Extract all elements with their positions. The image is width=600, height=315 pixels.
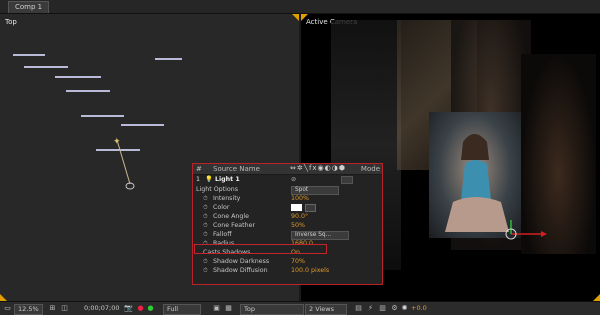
layer-line[interactable]: [13, 54, 45, 56]
shadow-diffusion-value[interactable]: 100.0 pixels: [291, 266, 329, 275]
fast-previews-icon[interactable]: ⚡: [366, 304, 375, 313]
layer-row[interactable]: 1 💡 Light 1 ⊘: [193, 175, 382, 184]
layer-line[interactable]: [121, 124, 164, 126]
prop-row-shadow-darkness[interactable]: ⏱ Shadow Darkness 70%: [193, 257, 382, 266]
3d-view-dropdown[interactable]: Top: [240, 304, 304, 315]
intensity-value[interactable]: 100%: [291, 194, 309, 203]
stopwatch-icon[interactable]: ⏱: [203, 194, 210, 203]
exposure-value[interactable]: +0.0: [411, 304, 427, 313]
comp-flowchart-icon[interactable]: ⚙: [390, 304, 399, 313]
color-swatch[interactable]: [291, 204, 302, 211]
current-time-display[interactable]: 0;00;07;00: [84, 304, 120, 313]
light-gizmo[interactable]: ✦: [100, 134, 160, 214]
prop-label-cone-angle: Cone Angle: [213, 213, 250, 220]
timeline-icon[interactable]: ▥: [378, 304, 387, 313]
layer-line[interactable]: [155, 58, 182, 60]
layer-properties-panel: # Source Name ⇔✲╲fx◉◐◑⬢ Mode 1 💡 Light 1…: [192, 163, 383, 285]
prop-row-cone-feather[interactable]: ⏱ Cone Feather 50%: [193, 221, 382, 230]
viewport-corner-marker: [593, 294, 600, 301]
stopwatch-icon[interactable]: ⏱: [203, 203, 210, 212]
view-layout-dropdown[interactable]: 2 Views: [305, 304, 347, 315]
switches-icons: ⇔✲╲fx◉◐◑⬢: [290, 164, 346, 172]
source-name-column-header: Source Name: [213, 165, 260, 173]
prop-label-shadow-diffusion: Shadow Diffusion: [213, 267, 268, 274]
viewport-corner-marker: [292, 14, 299, 21]
cone-feather-value[interactable]: 50%: [291, 221, 305, 230]
resolution-dropdown[interactable]: Full: [163, 304, 201, 315]
mode-column-header: Mode: [360, 165, 380, 173]
layer-line[interactable]: [55, 76, 101, 78]
layer-name: Light 1: [215, 176, 240, 183]
panel-header: # Source Name ⇔✲╲fx◉◐◑⬢ Mode: [193, 164, 382, 175]
viewport-corner-marker: [301, 14, 308, 21]
mask-visibility-icon[interactable]: ◫: [60, 304, 69, 313]
grid-guides-icon[interactable]: ⊞: [48, 304, 57, 313]
stopwatch-icon[interactable]: ⏱: [203, 221, 210, 230]
snapshot-icon[interactable]: 📷: [124, 304, 133, 313]
viewport-corner-marker: [0, 294, 7, 301]
svg-text:✦: ✦: [113, 137, 121, 147]
layer-line[interactable]: [66, 90, 110, 92]
show-channel-icon[interactable]: ●: [136, 304, 145, 313]
reset-exposure-icon[interactable]: ✺: [400, 304, 409, 313]
stopwatch-icon[interactable]: ⏱: [203, 230, 210, 239]
cone-angle-value[interactable]: 90.0°: [291, 212, 308, 221]
prop-row-falloff[interactable]: ⏱ Falloff Inverse Sq...: [193, 230, 382, 240]
num-column-header: #: [196, 165, 202, 173]
viewer-toolbar: ▭ 12.5% ⊞ ◫ 0;00;07;00 📷 ● ● Full ▣ ▦ To…: [0, 301, 600, 315]
radius-highlight-box: [194, 244, 327, 254]
shadow-darkness-value[interactable]: 70%: [291, 257, 305, 266]
prop-label-falloff: Falloff: [213, 231, 232, 238]
pixel-aspect-icon[interactable]: ▤: [354, 304, 363, 313]
prop-row-cone-angle[interactable]: ⏱ Cone Angle 90.0°: [193, 212, 382, 221]
prop-row-shadow-diffusion[interactable]: ⏱ Shadow Diffusion 100.0 pixels: [193, 266, 382, 275]
magnification-dropdown[interactable]: 12.5%: [14, 304, 43, 315]
transparency-grid-icon[interactable]: ▦: [224, 304, 233, 313]
viewport-label-top: Top: [5, 18, 17, 26]
region-of-interest-icon[interactable]: ▣: [212, 304, 221, 313]
prop-label-intensity: Intensity: [213, 195, 241, 202]
layer-line[interactable]: [81, 115, 124, 117]
3d-axis-gizmo[interactable]: [501, 218, 551, 248]
light-bulb-icon: 💡: [205, 176, 213, 183]
stopwatch-icon[interactable]: ⏱: [203, 266, 210, 275]
prop-label-color: Color: [213, 204, 230, 211]
mode-dropdown[interactable]: [341, 176, 353, 184]
prop-row-color[interactable]: ⏱ Color: [193, 203, 382, 212]
comp-tab-bar: Comp 1: [0, 0, 600, 14]
prop-row-light-options[interactable]: Light Options Spot: [193, 185, 382, 195]
layer-line[interactable]: [24, 66, 68, 68]
stopwatch-icon[interactable]: ⏱: [203, 257, 210, 266]
shy-switch-icon[interactable]: ⊘: [291, 175, 296, 184]
tab-comp-1[interactable]: Comp 1: [8, 1, 50, 13]
prop-label-cone-feather: Cone Feather: [213, 222, 256, 229]
always-preview-icon[interactable]: ▭: [3, 304, 12, 313]
stopwatch-icon[interactable]: ⏱: [203, 212, 210, 221]
prop-label-light-options: Light Options: [196, 186, 239, 193]
layer-index: 1: [196, 176, 201, 183]
prop-row-intensity[interactable]: ⏱ Intensity 100%: [193, 194, 382, 203]
eyedropper-icon[interactable]: [305, 204, 316, 212]
color-channel-icon[interactable]: ●: [146, 304, 155, 313]
prop-label-shadow-darkness: Shadow Darkness: [213, 258, 270, 265]
